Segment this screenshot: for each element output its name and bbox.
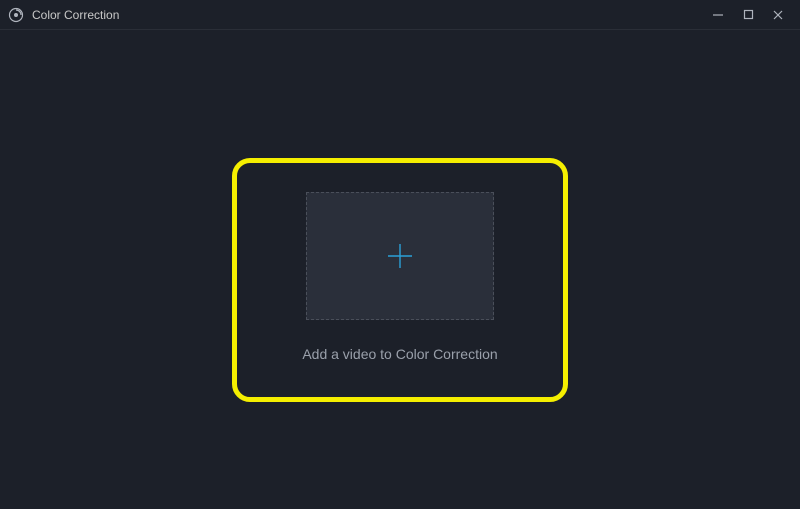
instruction-text: Add a video to Color Correction	[0, 346, 800, 362]
titlebar: Color Correction	[0, 0, 800, 30]
close-button[interactable]	[770, 7, 786, 23]
app-icon	[8, 7, 24, 23]
titlebar-left: Color Correction	[8, 7, 119, 23]
main-content: Add a video to Color Correction	[0, 30, 800, 509]
window-title: Color Correction	[32, 8, 119, 22]
maximize-button[interactable]	[740, 7, 756, 23]
add-video-dropzone[interactable]	[306, 192, 494, 320]
minimize-button[interactable]	[710, 7, 726, 23]
plus-icon	[385, 241, 415, 271]
window-controls	[710, 7, 792, 23]
